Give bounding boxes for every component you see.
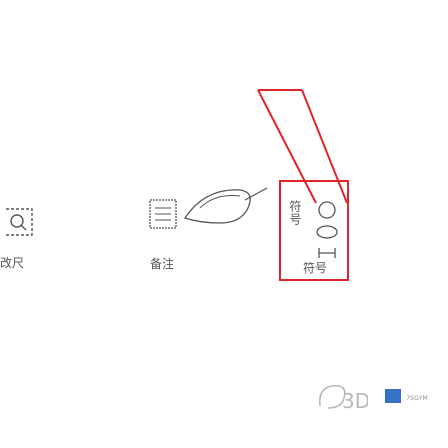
emoji-symbol-button[interactable]: 符号 符号	[279, 180, 349, 281]
emoji-vertical-label: 符号	[288, 200, 302, 226]
watermark-logo: 3D	[314, 378, 368, 412]
emoji-smile-icon	[318, 201, 336, 219]
emoji-icon	[311, 196, 343, 266]
annotation-line	[257, 89, 348, 204]
watermark-badge: 7SGYM	[385, 385, 428, 404]
svg-text:3D: 3D	[342, 389, 368, 412]
emoji-face-icon	[316, 225, 338, 239]
emoji-label: 符号	[303, 261, 328, 275]
